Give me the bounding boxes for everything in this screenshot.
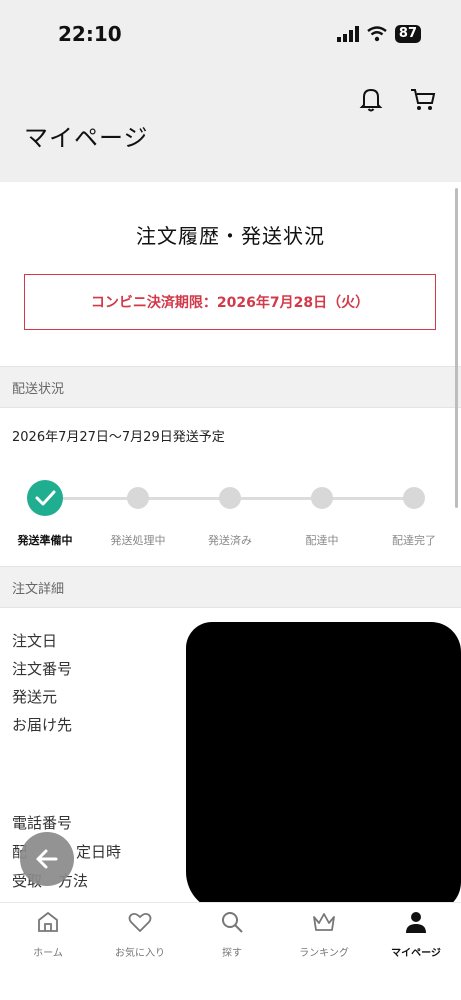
check-icon [35,490,56,506]
redacted-area [195,807,457,902]
bottom-tab-bar: ホーム お気に入り 探す ランキング マイページ [0,902,461,1000]
step-dot-1 [27,480,63,516]
step-label-3: 発送済み [208,534,252,547]
tab-label-ranking: ランキング [299,948,349,959]
delivery-datetime-label-b: 定日時 [76,843,122,861]
shipping-status-label: 配送状況 [12,382,65,397]
app-header: マイページ [0,70,461,182]
tab-ranking[interactable]: ランキング [278,909,370,969]
tab-mypage[interactable]: マイページ [370,909,461,969]
status-icons: 87 [336,24,421,44]
cart-icon[interactable] [408,84,438,114]
scroll-indicator[interactable] [455,188,458,508]
payment-deadline-notice: コンビニ決済期限：2026年7月28日（火） [24,274,436,330]
wifi-icon [367,26,387,42]
notification-bell-icon[interactable] [356,84,386,114]
step-label-5: 配達完了 [392,534,436,547]
tab-search[interactable]: 探す [186,909,278,969]
arrow-left-icon [36,849,58,869]
shipping-estimate: 2026年7月27日〜7月29日発送予定 [12,430,225,445]
order-details-label: 注文詳細 [12,582,65,597]
main-content[interactable]: 注文履歴・発送状況 コンビニ決済期限：2026年7月28日（火） 配送状況 20… [0,182,461,902]
back-button[interactable] [20,832,74,886]
order-date-label: 注文日 [12,632,58,650]
search-icon [222,912,243,933]
signal-icon [336,26,359,42]
ship-from-label: 発送元 [12,688,58,706]
step-label-4: 配達中 [305,534,339,547]
tab-home[interactable]: ホーム [2,909,94,969]
step-dot-3 [219,487,241,509]
status-bar: 22:10 87 [0,0,461,70]
step-dot-2 [127,487,149,509]
status-time: 22:10 [58,22,122,46]
tab-label-mypage: マイページ [391,948,441,959]
tab-label-favorites: お気に入り [115,948,165,959]
battery-indicator: 87 [394,25,421,43]
page-title: マイページ [24,124,149,152]
phone-number-label: 電話番号 [12,814,73,832]
tab-label-home: ホーム [33,948,63,959]
shipping-progress: 発送準備中 発送処理中 発送済み 配達中 配達完了 [0,480,461,552]
step-label-1: 発送準備中 [17,534,73,547]
step-dot-5 [403,487,425,509]
home-icon [38,911,58,932]
person-icon [406,912,426,933]
shipping-status-section-header: 配送状況 [0,366,461,408]
step-label-2: 発送処理中 [110,534,166,547]
tab-label-search: 探す [222,948,242,959]
delivery-address-label: お届け先 [12,716,73,734]
tab-favorites[interactable]: お気に入り [94,909,186,969]
heart-icon [128,912,152,933]
crown-icon [313,913,335,931]
order-number-label: 注文番号 [12,660,73,678]
order-details-section-header: 注文詳細 [0,566,461,608]
step-dot-4 [311,487,333,509]
order-history-heading: 注文履歴・発送状況 [136,224,325,248]
